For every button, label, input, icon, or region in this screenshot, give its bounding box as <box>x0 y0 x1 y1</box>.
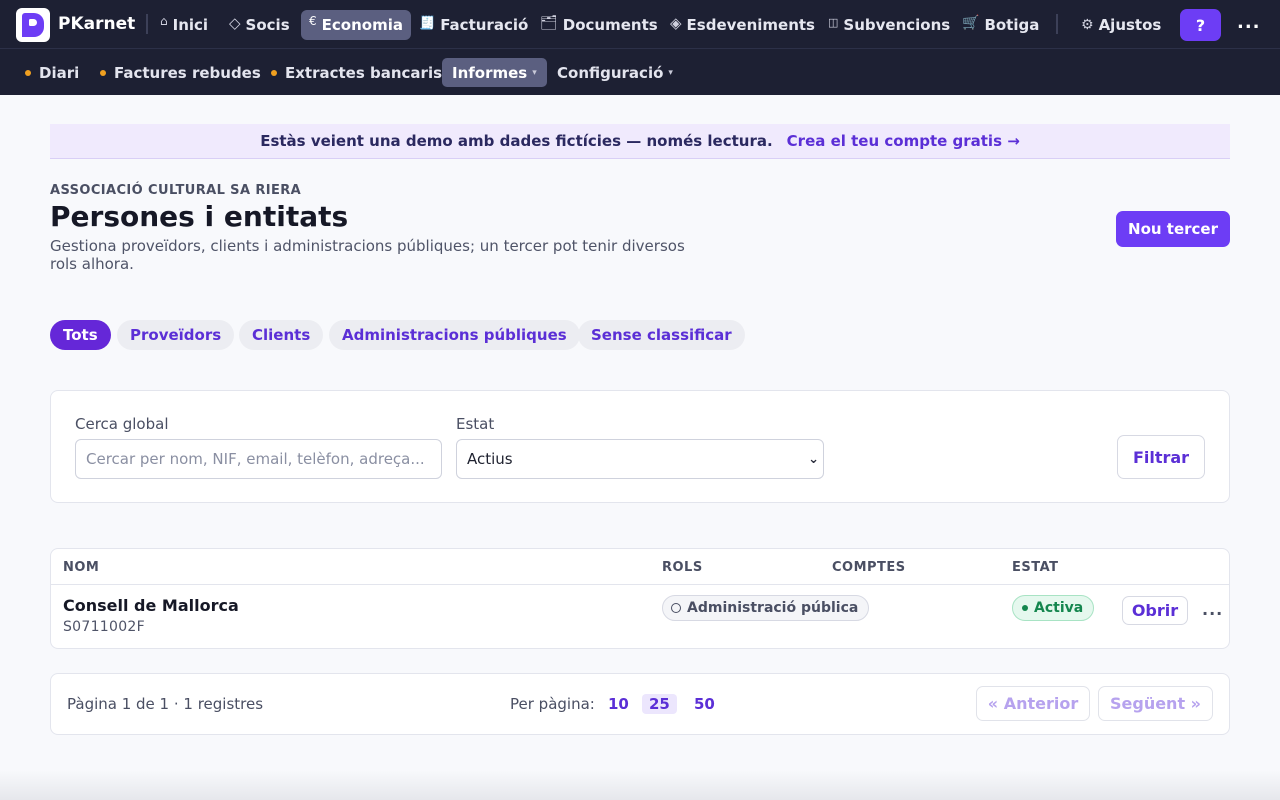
tab-proveidors[interactable]: Proveïdors <box>117 320 235 350</box>
help-button[interactable]: ? <box>1180 9 1221 41</box>
previous-page-button[interactable]: « Anterior <box>976 686 1090 721</box>
nav-item-label: Botiga <box>984 16 1040 34</box>
nav-item-socis[interactable]: ◇ Socis <box>221 10 298 40</box>
folder-icon: 🗂 <box>540 15 558 31</box>
nav-item-label: Economia <box>321 16 403 34</box>
subnav-item-extractes-bancaris[interactable]: Extractes bancaris <box>261 58 452 87</box>
subnav-item-label: Configuració <box>557 63 664 82</box>
row-actions-menu[interactable]: ... <box>1202 600 1223 619</box>
column-header-roles: ROLS <box>662 560 703 575</box>
subnav-item-label: Extractes bancaris <box>285 63 443 82</box>
gear-icon: ⚙ <box>1081 17 1094 33</box>
status-select[interactable]: Actius ⌄ <box>456 439 824 479</box>
status-badge: Activa <box>1012 595 1095 621</box>
nav-item-documents[interactable]: 🗂 Documents <box>532 10 666 40</box>
role-badge: Administració pública <box>662 595 870 621</box>
new-third-party-button[interactable]: Nou tercer <box>1116 211 1230 247</box>
sub-navbar: Diari Factures rebudes Extractes bancari… <box>0 48 1280 95</box>
more-menu-button[interactable]: ... <box>1237 12 1261 33</box>
subnav-item-label: Diari <box>39 63 80 82</box>
column-header-status[interactable]: ESTAT <box>1012 560 1059 575</box>
diamond-icon: ◇ <box>229 14 241 32</box>
nav-item-inici[interactable]: ⌂ Inici <box>152 10 216 40</box>
book-icon: ◫ <box>828 15 839 29</box>
nav-item-esdeveniments[interactable]: ◈ Esdeveniments <box>662 10 823 40</box>
nav-item-label: Ajustos <box>1098 16 1162 34</box>
nav-item-label: Facturació <box>440 16 529 34</box>
create-account-link[interactable]: Crea el teu compte gratis → <box>787 132 1020 150</box>
column-header-name[interactable]: NOM <box>63 560 99 575</box>
page-bottom-edge <box>0 770 1280 800</box>
open-button[interactable]: Obrir <box>1122 596 1188 625</box>
role-badge-label: Administració pública <box>687 600 859 616</box>
nav-divider <box>1056 14 1058 34</box>
subnav-item-informes[interactable]: Informes ▾ <box>442 58 547 87</box>
column-header-accounts: COMPTES <box>832 560 906 575</box>
nav-item-label: Documents <box>562 16 658 34</box>
nav-item-ajustos[interactable]: ⚙ Ajustos <box>1073 10 1169 40</box>
status-dot <box>1022 605 1028 611</box>
subnav-item-configuracio[interactable]: Configuració ▾ <box>547 58 683 87</box>
nav-item-label: Esdeveniments <box>686 16 815 34</box>
subnav-item-factures-rebudes[interactable]: Factures rebudes <box>90 58 271 87</box>
pagination-info: Pàgina 1 de 1 · 1 registres <box>67 695 264 713</box>
search-label: Cerca global <box>75 415 169 433</box>
nav-item-label: Inici <box>172 16 209 34</box>
nav-item-economia[interactable]: € Economia <box>301 10 411 40</box>
search-input[interactable]: Cercar per nom, NIF, email, telèfon, adr… <box>75 439 442 479</box>
nav-item-facturacio[interactable]: 🧾 Facturació <box>411 10 536 40</box>
subnav-item-label: Factures rebudes <box>114 63 261 82</box>
next-page-button[interactable]: Següent » <box>1098 686 1213 721</box>
status-dot <box>25 69 31 76</box>
receipt-icon: 🧾 <box>419 15 436 31</box>
diamond-dot-icon: ◈ <box>670 14 682 32</box>
app-logo[interactable] <box>16 8 50 42</box>
cart-icon: 🛒 <box>962 15 980 31</box>
page-size-25[interactable]: 25 <box>642 694 677 714</box>
status-badge-label: Activa <box>1034 600 1084 616</box>
page-size-10[interactable]: 10 <box>601 694 636 714</box>
caret-down-icon: ▾ <box>668 67 673 78</box>
home-icon: ⌂ <box>160 14 168 28</box>
page-title: Persones i entitats <box>50 200 349 233</box>
nav-item-subvencions[interactable]: ◫ Subvencions <box>820 10 958 40</box>
nav-divider <box>146 14 148 34</box>
app-name[interactable]: PKarnet <box>58 14 135 34</box>
euro-icon: € <box>309 14 317 28</box>
tab-clients[interactable]: Clients <box>239 320 324 350</box>
caret-down-icon: ▾ <box>532 67 537 78</box>
row-entity-nif: S0711002F <box>63 619 145 635</box>
top-navbar: PKarnet ⌂ Inici ◇ Socis € Economia 🧾 Factura… <box>0 0 1280 48</box>
demo-banner: Estàs veient una demo amb dades fictície… <box>50 124 1230 159</box>
status-select-value: Actius <box>467 450 513 468</box>
page-subtitle: Gestiona proveïdors, clients i administr… <box>50 237 685 273</box>
logo-icon <box>22 13 44 37</box>
tab-administracions-publiques[interactable]: Administracions públiques <box>329 320 580 350</box>
subnav-item-label: Informes <box>452 63 528 82</box>
page-size-50[interactable]: 50 <box>687 694 722 714</box>
demo-banner-text: Estàs veient una demo amb dades fictície… <box>260 132 773 150</box>
tab-tots[interactable]: Tots <box>50 320 111 350</box>
filter-button[interactable]: Filtrar <box>1117 435 1205 479</box>
subnav-item-diari[interactable]: Diari <box>15 58 89 87</box>
status-dot <box>271 69 277 76</box>
nav-item-label: Subvencions <box>843 16 951 34</box>
row-entity-name[interactable]: Consell de Mallorca <box>63 596 239 615</box>
chevron-down-icon: ⌄ <box>808 452 819 467</box>
per-page-label: Per pàgina: <box>510 695 595 713</box>
tab-sense-classificar[interactable]: Sense classificar <box>578 320 745 350</box>
circle-icon <box>671 603 681 613</box>
table-header-divider <box>51 584 1229 585</box>
status-filter-label: Estat <box>456 415 495 433</box>
status-dot <box>100 69 106 76</box>
nav-item-botiga[interactable]: 🛒 Botiga <box>954 10 1047 40</box>
organization-name: ASSOCIACIÓ CULTURAL SA RIERA <box>50 183 302 198</box>
nav-item-label: Socis <box>245 16 290 34</box>
